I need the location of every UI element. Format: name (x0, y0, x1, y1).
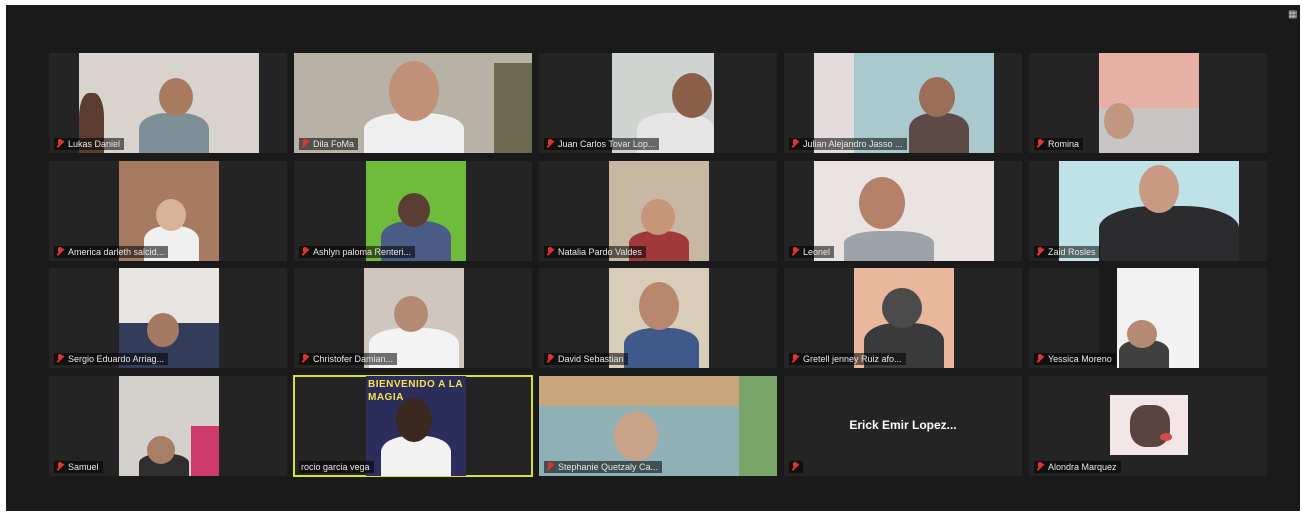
participant-video: BIENVENIDO A LA MAGIA (366, 376, 466, 476)
mic-muted-icon (546, 354, 554, 364)
participant-name-bar: America darleth salcid... (54, 246, 169, 258)
participant-tile[interactable]: Lukas Daniel (49, 53, 287, 153)
participant-name: Sergio Eduardo Arriag... (68, 354, 165, 364)
participant-name-bar: David Sebastian (544, 353, 628, 365)
participant-name-bar (789, 461, 803, 473)
participant-name-bar: Sergio Eduardo Arriag... (54, 353, 169, 365)
participant-name: Ashlyn paloma Renteri... (313, 247, 412, 257)
participant-video (814, 161, 994, 261)
participant-tile[interactable]: Gretell jenney Ruiz afo... (784, 268, 1022, 368)
mic-muted-icon (791, 462, 799, 472)
participant-tile[interactable]: Zaid Rosles (1029, 161, 1267, 261)
participant-name: Romina (1048, 139, 1080, 149)
participant-tile[interactable]: Leonel (784, 161, 1022, 261)
participant-video (1099, 53, 1199, 153)
participant-name-bar: Christofer Damian... (299, 353, 398, 365)
participant-name: David Sebastian (558, 354, 624, 364)
participant-tile[interactable]: Ashlyn paloma Renteri... (294, 161, 532, 261)
mic-muted-icon (791, 354, 799, 364)
participant-tile[interactable]: Christofer Damian... (294, 268, 532, 368)
participant-name-bar: Ashlyn paloma Renteri... (299, 246, 416, 258)
participant-name-bar: Natalia Pardo Valdes (544, 246, 646, 258)
participant-tile[interactable]: Samuel (49, 376, 287, 476)
participant-tile[interactable]: Alondra Marquez (1029, 376, 1267, 476)
participant-name: America darleth salcid... (68, 247, 165, 257)
mic-muted-icon (791, 139, 799, 149)
participant-tile[interactable]: David Sebastian (539, 268, 777, 368)
participant-tile[interactable]: Stephanie Quetzaly Ca... (539, 376, 777, 476)
participant-tile[interactable]: Natalia Pardo Valdes (539, 161, 777, 261)
participant-name: Julian Alejandro Jasso ... (803, 139, 903, 149)
participant-name-bar: Alondra Marquez (1034, 461, 1121, 473)
mic-muted-icon (546, 247, 554, 257)
mic-muted-icon (56, 247, 64, 257)
mic-muted-icon (56, 462, 64, 472)
mic-muted-icon (56, 139, 64, 149)
participant-name: Natalia Pardo Valdes (558, 247, 642, 257)
participant-name: Alondra Marquez (1048, 462, 1117, 472)
participant-tile-video-off[interactable]: Erick Emir Lopez... (784, 376, 1022, 476)
participant-display-name: Erick Emir Lopez... (849, 418, 957, 432)
participant-name-bar: Samuel (54, 461, 103, 473)
mic-muted-icon (546, 139, 554, 149)
participant-name-bar: rocio garcia vega (299, 461, 374, 473)
participant-name-bar: Yessica Moreno (1034, 353, 1116, 365)
meeting-window: ▦ Lukas Daniel Dila FoMa Juan Carlos Tov… (6, 5, 1300, 511)
mic-muted-icon (301, 247, 309, 257)
participant-name-bar: Juan Carlos Tovar Lop... (544, 138, 660, 150)
mic-muted-icon (301, 354, 309, 364)
mic-muted-icon (791, 247, 799, 257)
participant-name: Christofer Damian... (313, 354, 394, 364)
participant-name-bar: Gretell jenney Ruiz afo... (789, 353, 906, 365)
participant-name-bar: Lukas Daniel (54, 138, 125, 150)
participant-name: Stephanie Quetzaly Ca... (558, 462, 659, 472)
mic-muted-icon (546, 462, 554, 472)
participant-tile-active-speaker[interactable]: BIENVENIDO A LA MAGIA rocio garcia vega (293, 375, 533, 477)
participant-tile[interactable]: Sergio Eduardo Arriag... (49, 268, 287, 368)
mic-muted-icon (1036, 462, 1044, 472)
mic-muted-icon (56, 354, 64, 364)
participant-name: Leonel (803, 247, 831, 257)
participant-name: rocio garcia vega (301, 462, 370, 472)
mic-muted-icon (301, 139, 309, 149)
participant-name-bar: Leonel (789, 246, 835, 258)
participant-tile[interactable]: Romina (1029, 53, 1267, 153)
participant-name: Lukas Daniel (68, 139, 121, 149)
mic-muted-icon (1036, 247, 1044, 257)
participant-tile[interactable]: America darleth salcid... (49, 161, 287, 261)
gallery-grid: Lukas Daniel Dila FoMa Juan Carlos Tovar… (49, 53, 1274, 477)
participant-name: Gretell jenney Ruiz afo... (803, 354, 902, 364)
gallery-view-icon[interactable]: ▦ (1288, 10, 1298, 20)
participant-tile[interactable]: Julian Alejandro Jasso ... (784, 53, 1022, 153)
participant-tile[interactable]: Yessica Moreno (1029, 268, 1267, 368)
participant-name-bar: Julian Alejandro Jasso ... (789, 138, 907, 150)
participant-tile[interactable]: Dila FoMa (294, 53, 532, 153)
participant-name: Juan Carlos Tovar Lop... (558, 139, 656, 149)
participant-name-bar: Romina (1034, 138, 1084, 150)
participant-name: Zaid Rosles (1048, 247, 1096, 257)
participant-name-bar: Zaid Rosles (1034, 246, 1100, 258)
participant-name: Samuel (68, 462, 99, 472)
participant-name: Dila FoMa (313, 139, 355, 149)
participant-name-bar: Dila FoMa (299, 138, 359, 150)
participant-name: Yessica Moreno (1048, 354, 1112, 364)
participant-tile[interactable]: Juan Carlos Tovar Lop... (539, 53, 777, 153)
mic-muted-icon (1036, 139, 1044, 149)
participant-video (119, 376, 219, 476)
participant-name-bar: Stephanie Quetzaly Ca... (544, 461, 663, 473)
profile-picture (1110, 395, 1188, 455)
mic-muted-icon (1036, 354, 1044, 364)
